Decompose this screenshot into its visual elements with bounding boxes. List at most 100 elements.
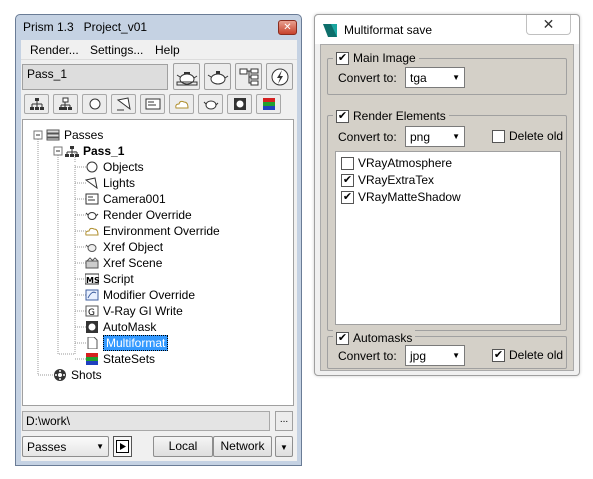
tree-root-label: Passes <box>64 128 104 142</box>
tree-item-label: StateSets <box>103 352 156 366</box>
maxscript-icon: MS <box>85 272 99 286</box>
teapot-icon <box>203 100 218 110</box>
main-image-checkbox[interactable]: ✔ <box>336 51 349 65</box>
tree-item-script[interactable]: MS Script <box>85 271 134 287</box>
menu-bar: Render... Settings... Help <box>21 40 297 60</box>
more-options-button[interactable]: ▼ <box>275 436 293 457</box>
render-elements-format-select[interactable]: png ▼ <box>405 126 465 147</box>
xref-object-icon <box>85 240 99 254</box>
tree-shots[interactable]: Shots <box>53 367 102 383</box>
tree-item-label: Render Override <box>103 208 192 222</box>
mask-icon <box>233 98 246 110</box>
tree-item-xref-object[interactable]: Xref Object <box>85 239 163 255</box>
element-checkbox[interactable] <box>341 156 354 170</box>
xref-scene-icon <box>85 256 99 270</box>
teapot-render-button[interactable] <box>173 63 200 90</box>
hierarchy-button[interactable] <box>235 63 262 90</box>
render-elements-checkbox[interactable]: ✔ <box>336 109 349 123</box>
network-icon <box>29 98 44 110</box>
tree-item-environment-override[interactable]: Environment Override <box>85 223 220 239</box>
teapot-icon <box>207 70 228 84</box>
cloud-icon <box>174 100 189 109</box>
pass-name-field[interactable]: Pass_1 <box>22 64 168 90</box>
tree-item-label: Xref Object <box>103 240 164 254</box>
menu-render[interactable]: Render... <box>30 43 79 57</box>
list-item[interactable]: VRayAtmosphere <box>341 156 452 170</box>
delete-old-checkbox[interactable] <box>492 129 505 143</box>
main-image-format-value: tga <box>410 70 427 85</box>
render-elements-delete-old[interactable]: Delete old <box>492 129 563 143</box>
render-override-button[interactable] <box>198 94 223 114</box>
tree-item-xref-scene[interactable]: Xref Scene <box>85 255 162 271</box>
teapot-icon <box>176 71 197 85</box>
element-label: VRayExtraTex <box>358 173 435 187</box>
tree-item-camera[interactable]: Camera001 <box>85 191 166 207</box>
teapot-button[interactable] <box>204 63 231 90</box>
render-elements-list: VRayAtmosphere ✔ VRayExtraTex ✔ VRayMatt… <box>335 151 561 325</box>
mode-select[interactable]: Passes ▼ <box>22 436 109 457</box>
window-title: Prism 1.3 Project_v01 <box>23 20 148 34</box>
pass-tree: Passes Pass_1 Objects Lights Camera001 R… <box>22 119 294 406</box>
lights-button[interactable] <box>111 94 136 114</box>
main-image-header: ✔ Main Image <box>333 50 419 66</box>
render-play-button[interactable] <box>113 436 132 457</box>
delete-old-label: Delete old <box>509 129 564 143</box>
statesets-icon <box>262 98 275 110</box>
hierarchy-icon <box>239 68 258 85</box>
tree-item-objects[interactable]: Objects <box>85 159 144 175</box>
render-elements-convert-label: Convert to: <box>338 130 397 144</box>
tree-pass[interactable]: Pass_1 <box>65 143 124 159</box>
automasks-format-value: jpg <box>410 348 427 363</box>
network-render-button[interactable]: Network <box>213 436 272 457</box>
chevron-down-icon: ▼ <box>280 443 288 452</box>
statesets-icon <box>85 352 99 366</box>
close-button[interactable]: ✕ <box>278 20 297 35</box>
objects-button[interactable] <box>82 94 107 114</box>
camera-icon <box>85 192 99 206</box>
delete-old-checkbox[interactable]: ✔ <box>492 348 505 362</box>
automasks-checkbox[interactable]: ✔ <box>336 331 349 345</box>
environment-button[interactable] <box>169 94 194 114</box>
tree-item-vray-gi-write[interactable]: G V-Ray GI Write <box>85 303 183 319</box>
tree-item-label: Camera001 <box>103 192 166 206</box>
tree-item-label: Objects <box>103 160 144 174</box>
tree-item-modifier-override[interactable]: Modifier Override <box>85 287 195 303</box>
circle-icon <box>89 98 100 110</box>
tree-item-lights[interactable]: Lights <box>85 175 135 191</box>
tree-root-passes[interactable]: Passes <box>46 127 103 143</box>
element-checkbox[interactable]: ✔ <box>341 190 354 204</box>
main-image-convert-label: Convert to: <box>338 71 397 85</box>
play-icon <box>116 440 129 453</box>
close-button[interactable]: ✕ <box>526 15 571 35</box>
multiformat-title: Multiformat save <box>344 23 433 37</box>
list-item[interactable]: ✔ VRayMatteShadow <box>341 190 461 204</box>
tree-item-statesets[interactable]: StateSets <box>85 351 155 367</box>
element-checkbox[interactable]: ✔ <box>341 173 354 187</box>
modifier-icon <box>85 288 99 302</box>
add-subpass-button[interactable] <box>53 94 78 114</box>
automasks-format-select[interactable]: jpg ▼ <box>405 345 465 366</box>
element-label: VRayAtmosphere <box>358 156 453 170</box>
tree-item-render-override[interactable]: Render Override <box>85 207 192 223</box>
main-image-format-select[interactable]: tga ▼ <box>405 67 465 88</box>
menu-settings[interactable]: Settings... <box>90 43 143 57</box>
automasks-delete-old[interactable]: ✔ Delete old <box>492 348 563 362</box>
automask-button[interactable] <box>227 94 252 114</box>
add-pass-button[interactable] <box>24 94 49 114</box>
statesets-button[interactable] <box>256 94 281 114</box>
tree-item-multiformat[interactable]: Multiformat <box>85 335 169 351</box>
tree-item-automask[interactable]: AutoMask <box>85 319 156 335</box>
lightning-button[interactable] <box>266 63 293 90</box>
automasks-label: Automasks <box>353 331 413 345</box>
chevron-down-icon: ▼ <box>452 132 460 141</box>
menu-help[interactable]: Help <box>155 43 180 57</box>
path-field[interactable]: D:\work\ <box>22 411 270 431</box>
render-elements-label: Render Elements <box>353 109 446 123</box>
local-render-button[interactable]: Local <box>153 436 213 457</box>
element-label: VRayMatteShadow <box>358 190 461 204</box>
list-item[interactable]: ✔ VRayExtraTex <box>341 173 434 187</box>
camera-button[interactable] <box>140 94 165 114</box>
browse-button[interactable]: ... <box>275 411 293 431</box>
chevron-down-icon: ▼ <box>452 73 460 82</box>
cloud-icon <box>85 224 99 238</box>
